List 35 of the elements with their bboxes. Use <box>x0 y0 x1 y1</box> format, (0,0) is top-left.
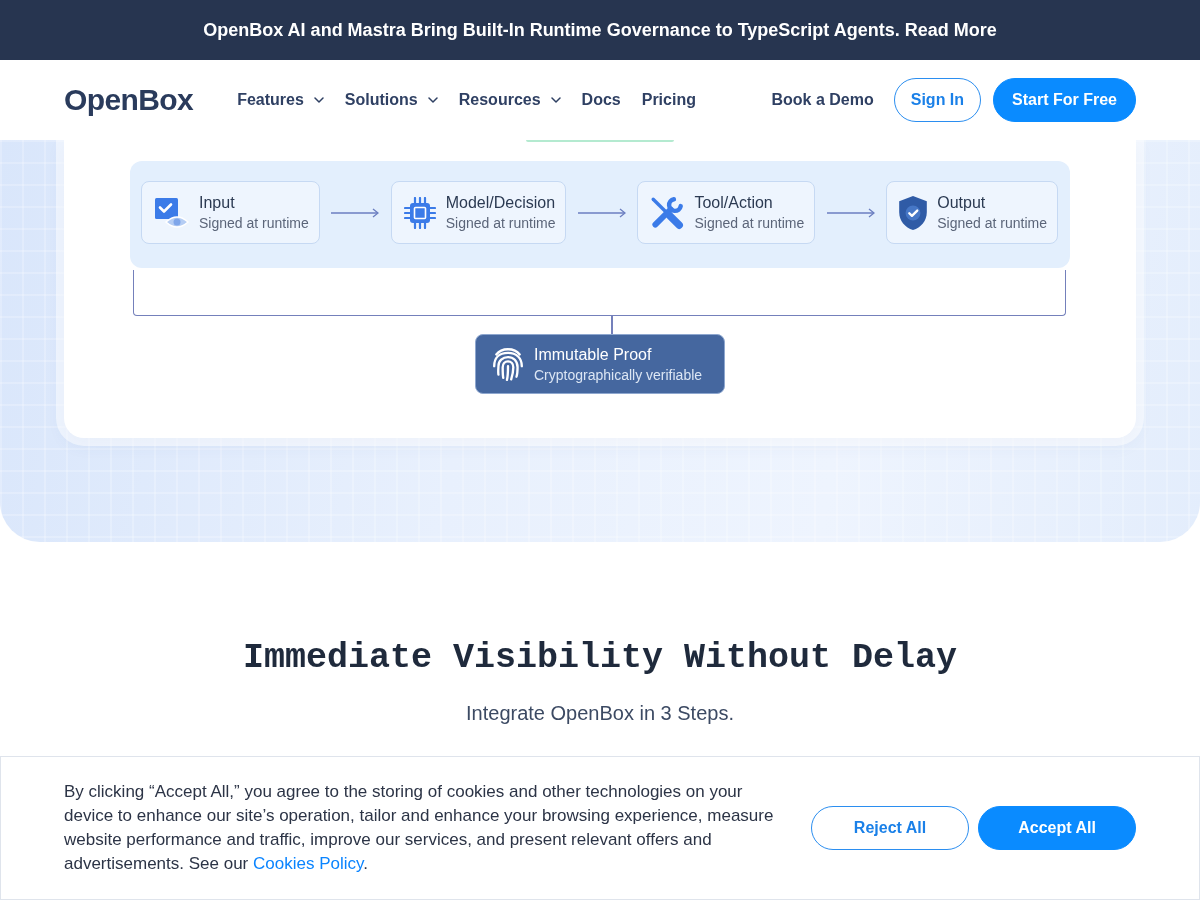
chip-icon <box>403 196 436 229</box>
proof-subtitle: Cryptographically verifiable <box>534 366 703 383</box>
chevron-down-icon <box>550 97 561 103</box>
cookies-policy-link[interactable]: Cookies Policy <box>253 854 364 873</box>
logo[interactable]: OpenBox <box>64 83 194 117</box>
nav-dropdown[interactable]: Features <box>237 91 324 109</box>
arrow-connector <box>331 207 380 218</box>
section-subheading: Integrate OpenBox in 3 Steps. <box>466 701 734 726</box>
arrow-connector <box>577 207 626 218</box>
step-title: Output <box>937 194 987 212</box>
step-subtitle: Signed at runtime <box>445 215 556 231</box>
fingerprint-icon <box>492 347 524 381</box>
step-title: Tool/Action <box>694 194 774 212</box>
step-title: Model/Decision <box>445 194 556 212</box>
checkbox-eye-icon <box>154 197 189 228</box>
cookie-text: By clicking “Accept All,” you agree to the storing of cookies and other technologies on your device to enhance our site’s operation, tailor and enhance your browsing experience, measure website performance and traffic, improve our services, and present relevant offers and advertisements. See our Cookies Policy. <box>64 781 775 875</box>
nav-dropdown[interactable]: Solutions <box>344 91 438 109</box>
chevron-down-icon <box>427 97 438 103</box>
proof-title: Immutable Proof <box>534 345 653 364</box>
step-title: Input <box>199 194 236 212</box>
nav-link[interactable]: Pricing <box>641 91 696 109</box>
step-subtitle: Signed at runtime <box>937 215 1047 231</box>
step-subtitle: Signed at runtime <box>694 215 805 231</box>
shield-check-icon <box>899 195 928 230</box>
step-subtitle: Signed at runtime <box>199 215 309 231</box>
book-demo-link[interactable]: Book a Demo <box>771 91 874 109</box>
connector-line <box>611 316 613 334</box>
chevron-down-icon <box>313 97 324 103</box>
nav-dropdown[interactable]: Resources <box>458 91 561 109</box>
section-heading: Immediate Visibility Without Delay <box>242 637 958 679</box>
reject-all-button[interactable]: Reject All <box>811 806 969 850</box>
wrench-screwdriver-icon <box>650 195 685 230</box>
arrow-connector <box>826 207 875 218</box>
nav-link[interactable]: Docs <box>581 91 621 109</box>
sign-in-button[interactable]: Sign In <box>893 78 982 122</box>
